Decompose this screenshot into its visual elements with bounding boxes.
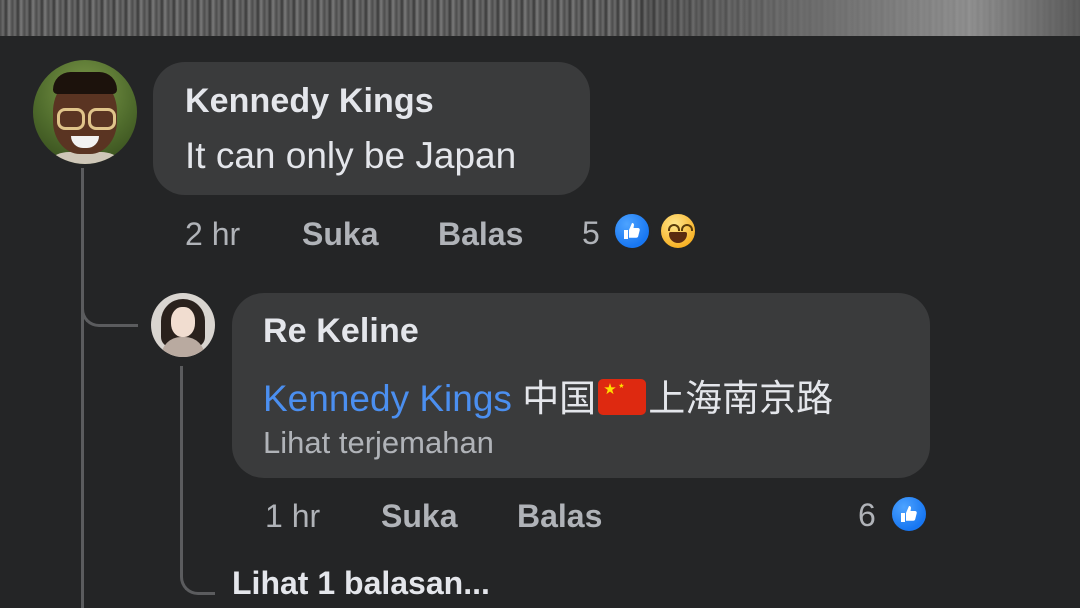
thread-line (81, 168, 84, 608)
view-more-replies-link[interactable]: Lihat 1 balasan... (232, 565, 490, 602)
reply-button[interactable]: Balas (438, 216, 523, 253)
reply-reply-button[interactable]: Balas (517, 498, 602, 535)
comment-author[interactable]: Kennedy Kings (185, 82, 434, 121)
comment-text: It can only be Japan (185, 135, 517, 176)
reaction-count[interactable]: 5 (582, 215, 600, 252)
comment-timestamp[interactable]: 2 hr (185, 216, 240, 253)
china-flag-icon (598, 379, 647, 415)
mention-link[interactable]: Kennedy Kings (263, 378, 512, 419)
reply-text: Kennedy Kings 中国 上海南京路 (263, 368, 833, 422)
reply-reaction-count[interactable]: 6 (858, 497, 876, 534)
reply-thread-connector (180, 366, 215, 595)
reply-text-part: 上海南京路 (648, 378, 834, 419)
reply-like-button[interactable]: Suka (381, 498, 457, 535)
reply-timestamp[interactable]: 1 hr (265, 498, 320, 535)
reply-author[interactable]: Re Keline (263, 312, 419, 351)
like-icon[interactable] (612, 211, 652, 251)
video-thumbnail-strip (0, 0, 1080, 36)
reply-avatar[interactable] (151, 293, 215, 357)
reply-text-part: 中国 (522, 378, 597, 419)
like-button[interactable]: Suka (302, 216, 378, 253)
reply-like-icon[interactable] (889, 494, 929, 534)
thread-connector (81, 290, 138, 327)
avatar[interactable] (33, 60, 137, 164)
haha-icon[interactable] (658, 211, 698, 251)
see-translation-link[interactable]: Lihat terjemahan (263, 425, 494, 461)
